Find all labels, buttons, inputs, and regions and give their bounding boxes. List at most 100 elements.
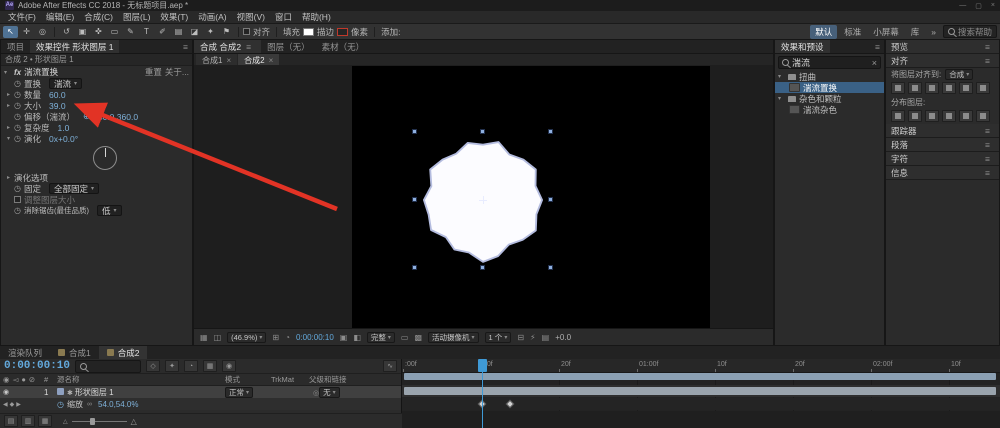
zoom-out-mountain-icon[interactable]: △ <box>63 418 68 425</box>
view-layout-dropdown[interactable]: 1 个 <box>485 332 512 343</box>
tab-effect-controls[interactable]: 效果控件 形状图层 1 <box>30 40 119 53</box>
property-row-scale[interactable]: ◀ ◆ ▶ 缩放 ∞ 54.0,54.0% <box>0 398 401 410</box>
stopwatch-icon[interactable] <box>14 123 24 132</box>
add-keyframe-icon[interactable]: ◆ <box>10 401 15 408</box>
panel-menu-icon[interactable] <box>183 42 188 52</box>
pen-tool-icon[interactable]: ✎ <box>123 26 138 38</box>
eye-icon[interactable] <box>3 388 9 396</box>
workspace-small-screen[interactable]: 小屏幕 <box>868 25 904 39</box>
tab-comp2[interactable]: 合成2 <box>99 346 148 359</box>
mask-visibility-icon[interactable]: ◔ <box>285 333 290 342</box>
menu-view[interactable]: 视图(V) <box>232 11 270 23</box>
evolution-dial[interactable] <box>93 146 117 170</box>
parent-dropdown[interactable]: 无 <box>319 387 340 398</box>
align-top-icon[interactable] <box>942 82 956 94</box>
displacement-dropdown[interactable]: 湍流 <box>49 78 82 89</box>
twirl-right-icon[interactable] <box>7 102 14 109</box>
panel-menu-icon[interactable] <box>985 140 990 150</box>
panel-header-character[interactable]: 字符 <box>886 152 999 166</box>
selection-handle[interactable] <box>548 197 553 202</box>
next-keyframe-icon[interactable]: ▶ <box>16 401 21 408</box>
layer-name-cell[interactable]: ✱形状图层 1 <box>57 387 225 398</box>
work-area-bar[interactable] <box>404 373 996 380</box>
selection-handle[interactable] <box>480 265 485 270</box>
region-of-interest-icon[interactable]: ▭ <box>401 333 409 342</box>
channels-icon[interactable]: ◧ <box>353 333 361 342</box>
distribute-left-icon[interactable] <box>942 110 956 122</box>
scale-value[interactable]: 54.0,54.0% <box>98 400 138 409</box>
stopwatch-active-icon[interactable] <box>57 400 67 409</box>
trkmat-column-header[interactable]: TrkMat <box>271 375 309 384</box>
zoom-tool-icon[interactable]: ◎ <box>35 26 50 38</box>
puppet-pin-tool-icon[interactable]: ⚑ <box>219 26 234 38</box>
menu-composition[interactable]: 合成(C) <box>79 11 118 23</box>
exposure-value[interactable]: +0.0 <box>555 333 571 342</box>
selection-handle[interactable] <box>412 197 417 202</box>
close-icon[interactable] <box>269 56 274 65</box>
fast-preview-icon[interactable]: ⚡ <box>530 333 536 342</box>
menu-edit[interactable]: 编辑(E) <box>41 11 79 23</box>
expand-transfer-controls-icon[interactable]: ▥ <box>21 415 35 427</box>
point-picker-icon[interactable] <box>83 111 90 122</box>
twirl-down-icon[interactable] <box>4 69 11 76</box>
panel-menu-icon[interactable] <box>985 42 990 52</box>
resolution-dropdown[interactable]: 完整 <box>367 332 395 343</box>
clear-search-icon[interactable]: × <box>872 58 877 68</box>
timeline-button-icon[interactable]: ▤ <box>542 333 550 342</box>
blend-mode-dropdown[interactable]: 正常 <box>225 387 253 398</box>
align-bottom-icon[interactable] <box>976 82 990 94</box>
help-search-input[interactable]: 搜索帮助 <box>943 25 997 38</box>
distribute-right-icon[interactable] <box>976 110 990 122</box>
panel-menu-icon[interactable] <box>246 42 251 52</box>
effect-name[interactable]: 湍流置换 <box>24 66 58 78</box>
camera-tool-icon[interactable]: ▣ <box>75 26 90 38</box>
panel-menu-icon[interactable] <box>985 168 990 178</box>
pinning-dropdown[interactable]: 全部固定 <box>49 183 99 194</box>
stopwatch-icon[interactable] <box>14 101 24 110</box>
selection-handle[interactable] <box>548 129 553 134</box>
zoom-in-mountain-icon[interactable]: △ <box>131 417 137 426</box>
stopwatch-icon[interactable] <box>14 112 24 121</box>
selection-tool-icon[interactable]: ↖ <box>3 26 18 38</box>
menu-layer[interactable]: 图层(L) <box>118 11 155 23</box>
zoom-handle[interactable] <box>90 418 95 425</box>
tab-footage[interactable]: 素材（无） <box>316 40 371 53</box>
distribute-h-center-icon[interactable] <box>959 110 973 122</box>
panel-header-paragraph[interactable]: 段落 <box>886 138 999 152</box>
always-preview-icon[interactable]: ▦ <box>200 333 208 342</box>
minimize-icon[interactable]: — <box>959 2 966 10</box>
constrain-link-icon[interactable]: ∞ <box>87 401 92 408</box>
panel-menu-icon[interactable] <box>985 56 990 66</box>
preset-category[interactable]: 扭曲 <box>775 71 884 82</box>
selection-handle[interactable] <box>480 129 485 134</box>
complexity-value[interactable]: 1.0 <box>58 123 70 133</box>
selection-handle[interactable] <box>412 129 417 134</box>
property-name[interactable]: 缩放 <box>67 399 83 410</box>
twirl-down-icon[interactable] <box>778 73 785 80</box>
amount-value[interactable]: 60.0 <box>49 90 66 100</box>
transparency-grid-icon[interactable]: ▩ <box>414 333 422 342</box>
layer-duration-bar[interactable] <box>404 387 996 395</box>
distribute-v-center-icon[interactable] <box>908 110 922 122</box>
source-name-column-header[interactable]: 源名称 <box>57 374 225 385</box>
preset-item[interactable]: 湍流杂色 <box>775 104 884 115</box>
fill-swatch[interactable] <box>303 28 314 36</box>
panel-menu-icon[interactable] <box>985 154 990 164</box>
hand-tool-icon[interactable]: ✛ <box>19 26 34 38</box>
expand-in-out-icon[interactable]: ▦ <box>38 415 52 427</box>
panel-header-tracker[interactable]: 跟踪器 <box>886 124 999 138</box>
expand-layer-switches-icon[interactable]: ▤ <box>4 415 18 427</box>
group-evolution-options[interactable]: 演化选项 <box>1 172 192 183</box>
pixel-aspect-icon[interactable]: ⊟ <box>517 333 524 342</box>
fill-label[interactable]: 填充 <box>283 26 300 38</box>
time-ruler[interactable]: :00f 10f 20f 01:00f 10f 20f 02:00f 10f <box>402 359 1000 373</box>
prev-keyframe-icon[interactable]: ◀ <box>3 401 8 408</box>
maximize-icon[interactable]: ▢ <box>975 2 982 10</box>
menu-file[interactable]: 文件(F) <box>3 11 41 23</box>
align-v-center-icon[interactable] <box>959 82 973 94</box>
stopwatch-icon[interactable] <box>14 134 24 143</box>
selection-handle[interactable] <box>412 265 417 270</box>
resize-layer-checkbox[interactable] <box>14 196 21 203</box>
twirl-right-icon[interactable] <box>7 91 14 98</box>
composition-canvas[interactable] <box>352 66 710 329</box>
